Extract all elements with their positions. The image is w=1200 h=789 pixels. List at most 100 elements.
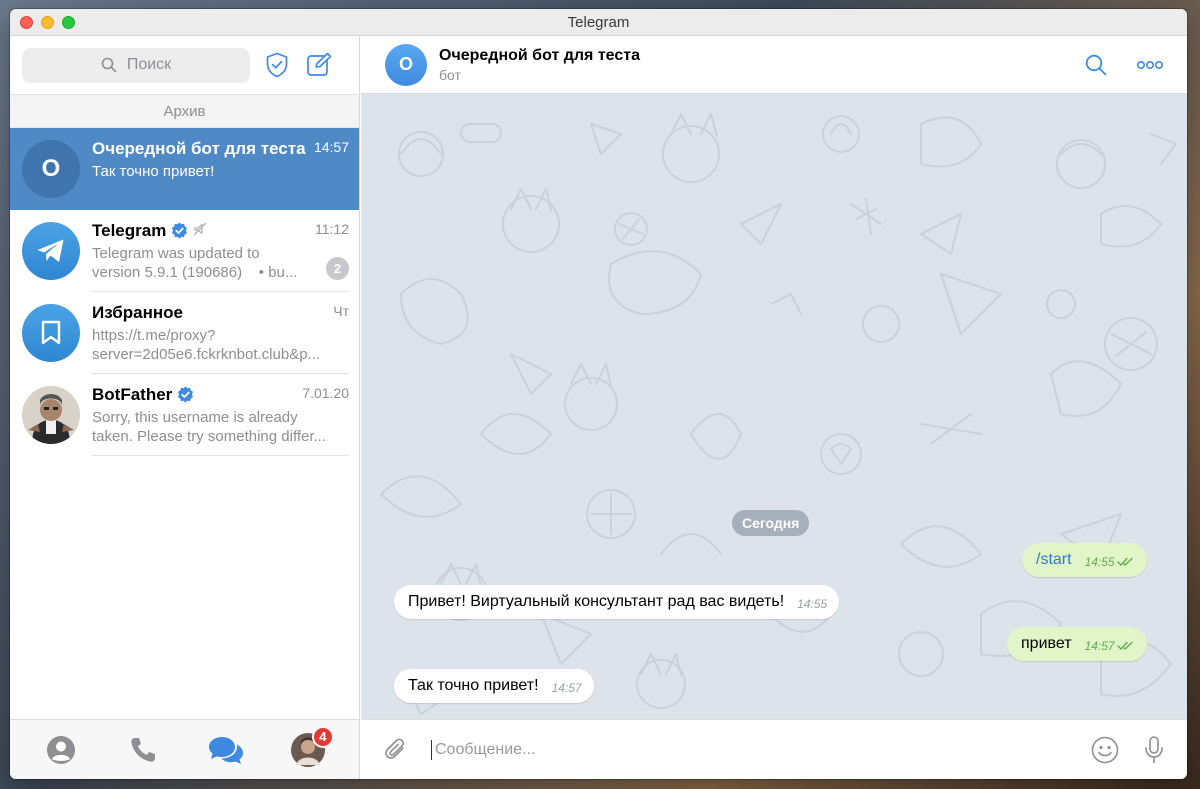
window-controls: [20, 16, 75, 29]
chat-subtitle: бот: [439, 66, 461, 83]
chat-name-text: BotFather: [92, 385, 173, 404]
chat-preview-line: taken. Please try something differ...: [92, 428, 327, 445]
chat-preview-line: version 5.9.1 (190686) • bu...: [92, 263, 344, 282]
message-text[interactable]: /start: [1036, 551, 1072, 569]
compose-icon[interactable]: [304, 50, 334, 80]
chat-preview: Так точно привет!: [92, 162, 344, 181]
bookmark-icon: [41, 320, 61, 345]
chat-item-telegram[interactable]: Telegram 11:12 Telegram was updated to v…: [10, 210, 359, 292]
chat-background-pattern: [380, 113, 1177, 715]
maximize-window-button[interactable]: [62, 16, 75, 29]
chat-title: Очередной бот для теста: [439, 46, 640, 64]
avatar: [22, 304, 80, 362]
telegram-plane-icon: [37, 239, 64, 262]
message-time: 14:57: [551, 680, 582, 695]
chat-panel: О Очередной бот для теста бот Сегодня /s…: [361, 36, 1187, 779]
chat-time: 7.01.20: [302, 385, 349, 401]
header-info[interactable]: Очередной бот для теста бот: [439, 46, 640, 84]
message-bubble-incoming[interactable]: Привет! Виртуальный консультант рад вас …: [394, 585, 840, 619]
chat-body: Очередной бот для теста 14:57 Так точно …: [92, 138, 349, 210]
message-bubble-outgoing[interactable]: /start 14:55: [1022, 543, 1147, 577]
tab-contacts[interactable]: [41, 730, 81, 770]
microphone-icon[interactable]: [1143, 735, 1165, 765]
chat-time: 14:57: [313, 139, 349, 155]
composer: Сообщение...: [361, 719, 1187, 779]
read-checkmarks-icon: [1116, 557, 1133, 566]
chat-preview: Sorry, this username is already taken. P…: [92, 408, 344, 446]
tab-chats[interactable]: [206, 730, 246, 770]
chat-name: Очередной бот для теста: [92, 138, 349, 159]
telegram-window: Telegram Поиск Архив О Очередной бот для…: [10, 9, 1187, 779]
chat-header: О Очередной бот для теста бот: [361, 36, 1187, 94]
header-avatar[interactable]: О: [385, 43, 427, 86]
avatar: [22, 386, 80, 444]
minimize-window-button[interactable]: [41, 16, 54, 29]
chat-preview-line: https://t.me/proxy?: [92, 327, 216, 344]
message-time-text: 14:55: [1084, 554, 1115, 569]
chat-body: Избранное Чт https://t.me/proxy? server=…: [92, 302, 349, 374]
bottom-tab-bar: 4: [10, 719, 359, 779]
chat-preview-line2-suffix: • bu...: [258, 264, 298, 281]
chat-body: Telegram 11:12 Telegram was updated to v…: [92, 220, 349, 292]
chat-item-botfather[interactable]: BotFather 7.01.20 Sorry, this username i…: [10, 374, 359, 456]
message-bubble-outgoing[interactable]: привет 14:57: [1007, 627, 1147, 661]
header-avatar-letter: О: [398, 54, 413, 74]
avatar: О: [22, 140, 80, 198]
chat-name-text: Очередной бот для теста: [92, 139, 306, 158]
emoji-icon[interactable]: [1091, 736, 1119, 764]
chats-icon: [208, 736, 243, 764]
chat-preview: https://t.me/proxy? server=2d05e6.fckrkn…: [92, 326, 344, 364]
chat-body: BotFather 7.01.20 Sorry, this username i…: [92, 384, 349, 456]
date-separator: Сегодня: [732, 510, 810, 536]
chat-preview: Telegram was updated to version 5.9.1 (1…: [92, 244, 344, 282]
verified-icon: [177, 386, 194, 403]
read-checkmarks-icon: [1116, 641, 1133, 650]
message-bubble-incoming[interactable]: Так точно привет! 14:57: [394, 669, 594, 703]
composer-actions: [1091, 735, 1165, 765]
phone-icon: [131, 737, 156, 762]
search-input[interactable]: Поиск: [22, 47, 250, 83]
contacts-icon: [47, 735, 76, 764]
sidebar-toolbar: Поиск: [10, 36, 359, 94]
attach-icon[interactable]: [383, 737, 409, 763]
message-time-text: 14:57: [1084, 638, 1115, 653]
search-placeholder: Поиск: [126, 56, 172, 73]
message-text: привет: [1021, 635, 1072, 652]
chat-name-text: Избранное: [92, 303, 183, 322]
more-icon[interactable]: [1137, 60, 1163, 70]
search-icon: [101, 57, 117, 73]
chat-item-bot[interactable]: О Очередной бот для теста 14:57 Так точн…: [10, 128, 359, 210]
verified-icon: [171, 222, 188, 239]
tab-calls[interactable]: [123, 730, 163, 770]
chat-preview-line: server=2d05e6.fckrknbot.club&p...: [92, 346, 321, 363]
archive-bar[interactable]: Архив: [10, 94, 359, 128]
chat-preview-line2-text: version 5.9.1 (190686): [92, 264, 243, 281]
muted-icon: [193, 220, 207, 241]
botfather-avatar-image: [22, 386, 80, 444]
chat-time: Чт: [333, 303, 349, 319]
tab-settings-profile[interactable]: 4: [288, 725, 334, 770]
message-text: Привет! Виртуальный консультант рад вас …: [408, 593, 785, 610]
message-time: 14:57: [1085, 639, 1135, 653]
header-actions: [1085, 54, 1163, 76]
message-text: Так точно привет!: [408, 677, 539, 694]
unread-badge: 2: [326, 257, 349, 280]
security-shield-icon[interactable]: [262, 50, 292, 80]
avatar-letter: О: [41, 155, 61, 182]
profile-badge: 4: [311, 725, 334, 748]
sidebar: Поиск Архив О Очередной бот для теста 14…: [10, 36, 360, 779]
archive-label: Архив: [163, 102, 206, 120]
message-list[interactable]: Сегодня /start 14:55 Привет! Виртуальный…: [361, 94, 1187, 719]
window-title: Telegram: [567, 13, 630, 31]
search-icon[interactable]: [1085, 54, 1107, 76]
titlebar: Telegram: [10, 9, 1187, 36]
close-window-button[interactable]: [20, 16, 33, 29]
chat-name: Избранное: [92, 302, 349, 323]
chat-time: 11:12: [315, 221, 349, 237]
chat-preview-line: Sorry, this username is already: [92, 409, 298, 426]
message-input[interactable]: Сообщение...: [431, 739, 1091, 760]
chat-preview-line: Так точно привет!: [92, 163, 215, 180]
chat-name: Telegram: [92, 220, 349, 241]
chat-item-saved[interactable]: Избранное Чт https://t.me/proxy? server=…: [10, 292, 359, 374]
message-time: 14:55: [1085, 555, 1135, 569]
